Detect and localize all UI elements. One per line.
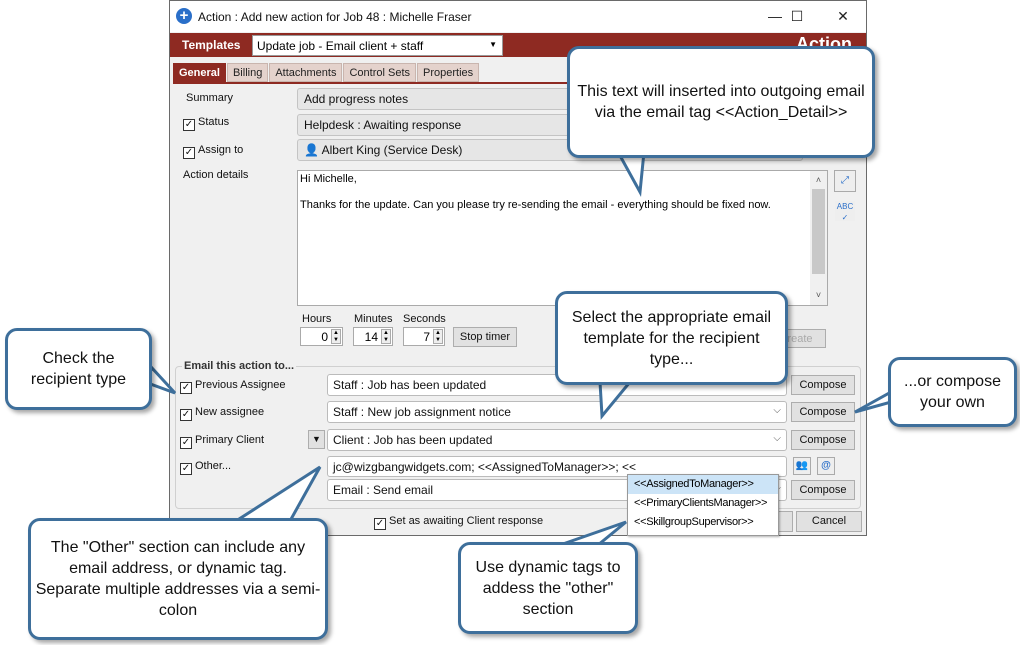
primary-client-label: Primary Client bbox=[195, 434, 265, 446]
awaiting-response-row[interactable]: ✓ Set as awaiting Client response bbox=[374, 515, 543, 530]
scroll-thumb[interactable] bbox=[812, 189, 825, 274]
cancel-button[interactable]: Cancel bbox=[796, 511, 862, 532]
awaiting-response-label: Set as awaiting Client response bbox=[389, 515, 544, 527]
tab-attachments[interactable]: Attachments bbox=[269, 63, 343, 82]
callout-dynamic-tags: Use dynamic tags to addess the "other" s… bbox=[458, 542, 638, 634]
spellcheck-icon[interactable]: ABC ✓ bbox=[834, 200, 856, 222]
summary-label: Summary bbox=[186, 92, 234, 104]
chevron-down-icon: ⌵ bbox=[773, 433, 781, 444]
address-book-icon[interactable]: 👥 bbox=[793, 457, 811, 475]
previous-assignee-row[interactable]: ✓ Previous Assignee bbox=[180, 379, 286, 394]
summary-value: Add progress notes bbox=[304, 92, 409, 106]
previous-assignee-checkbox[interactable]: ✓ bbox=[180, 382, 192, 394]
spin-arrows-icon[interactable]: ▲ ▼ bbox=[433, 329, 443, 344]
assign-checkbox[interactable]: ✓ bbox=[183, 147, 195, 159]
callout-select-template: Select the appropriate email template fo… bbox=[555, 291, 788, 385]
minutes-stepper[interactable]: 14 ▲ ▼ bbox=[353, 327, 393, 346]
hours-value: 0 bbox=[321, 330, 328, 344]
new-assignee-checkbox[interactable]: ✓ bbox=[180, 409, 192, 421]
spin-arrows-icon[interactable]: ▲ ▼ bbox=[331, 329, 341, 344]
tag-option[interactable]: <<PrimaryClientsManager>> bbox=[628, 494, 778, 513]
callout-detail-tag: This text will inserted into outgoing em… bbox=[567, 46, 875, 158]
callout-check-recipient: Check the recipient type bbox=[5, 328, 152, 410]
maximize-button[interactable]: ☐ bbox=[782, 5, 812, 27]
template-select[interactable]: Update job - Email client + staff ▼ bbox=[252, 35, 503, 56]
client-contact-dropdown[interactable]: ▼ bbox=[308, 430, 325, 449]
template-value: Staff : New job assignment notice bbox=[333, 405, 511, 419]
tab-general[interactable]: General bbox=[173, 63, 226, 82]
scroll-down-icon[interactable]: ˅ bbox=[810, 289, 827, 302]
compose-button[interactable]: Compose bbox=[791, 430, 855, 450]
template-value: Email : Send email bbox=[333, 483, 434, 497]
status-checkbox-row[interactable]: ✓ Status bbox=[183, 116, 229, 131]
tag-option[interactable]: <<SkillgroupSupervisor>> bbox=[628, 513, 778, 532]
templates-label: Templates bbox=[182, 38, 241, 52]
close-button[interactable]: ✕ bbox=[828, 5, 858, 27]
compose-button[interactable]: Compose bbox=[791, 375, 855, 395]
primary-client-checkbox[interactable]: ✓ bbox=[180, 437, 192, 449]
expand-icon[interactable]: ⤢ bbox=[834, 170, 856, 192]
status-checkbox[interactable]: ✓ bbox=[183, 119, 195, 131]
title-bar: + Action : Add new action for Job 48 : M… bbox=[170, 1, 866, 32]
compose-button[interactable]: Compose bbox=[791, 402, 855, 422]
other-address-value: jc@wizgbangwidgets.com; <<AssignedToMana… bbox=[333, 460, 637, 474]
stop-timer-button[interactable]: Stop timer bbox=[453, 327, 517, 347]
status-value: Helpdesk : Awaiting response bbox=[304, 118, 462, 132]
tab-control-sets[interactable]: Control Sets bbox=[343, 63, 416, 82]
email-group-label: Email this action to... bbox=[182, 360, 297, 372]
seconds-label: Seconds bbox=[403, 313, 446, 325]
status-label: Status bbox=[198, 116, 230, 128]
spin-arrows-icon[interactable]: ▲ ▼ bbox=[381, 329, 391, 344]
assign-label: Assign to bbox=[198, 144, 244, 156]
seconds-stepper[interactable]: 7 ▲ ▼ bbox=[403, 327, 445, 346]
add-action-icon: + bbox=[176, 8, 192, 24]
new-assignee-row[interactable]: ✓ New assignee bbox=[180, 406, 264, 421]
tab-billing[interactable]: Billing bbox=[226, 63, 269, 82]
scroll-up-icon[interactable]: ˄ bbox=[810, 174, 827, 187]
dynamic-tag-list[interactable]: <<AssignedToManager>> <<PrimaryClientsMa… bbox=[627, 474, 779, 536]
template-value: Staff : Job has been updated bbox=[333, 378, 487, 392]
template-value: Client : Job has been updated bbox=[333, 433, 493, 447]
other-row[interactable]: ✓ Other... bbox=[180, 460, 231, 475]
primary-client-template[interactable]: Client : Job has been updated ⌵ bbox=[327, 429, 787, 451]
tag-option[interactable]: <<AssignedToManager>> bbox=[628, 475, 778, 494]
email-tag-icon[interactable]: @ bbox=[817, 457, 835, 475]
minutes-label: Minutes bbox=[354, 313, 393, 325]
other-checkbox[interactable]: ✓ bbox=[180, 463, 192, 475]
previous-assignee-label: Previous Assignee bbox=[195, 379, 286, 391]
assign-value: Albert King (Service Desk) bbox=[321, 143, 463, 157]
callout-compose-own: ...or compose your own bbox=[888, 357, 1017, 427]
details-scrollbar[interactable]: ˄ ˅ bbox=[810, 171, 827, 305]
new-assignee-template[interactable]: Staff : New job assignment notice ⌵ bbox=[327, 401, 787, 423]
dropdown-arrow-icon: ▼ bbox=[489, 40, 497, 49]
template-value: Update job - Email client + staff bbox=[257, 39, 424, 53]
details-line: Thanks for the update. Can you please tr… bbox=[300, 199, 771, 211]
tab-strip: General Billing Attachments Control Sets… bbox=[173, 63, 480, 82]
tab-properties[interactable]: Properties bbox=[417, 63, 480, 82]
compose-button[interactable]: Compose bbox=[791, 480, 855, 500]
minutes-value: 14 bbox=[364, 330, 378, 344]
user-icon: 👤 bbox=[304, 143, 319, 157]
details-line bbox=[300, 186, 825, 199]
hours-stepper[interactable]: 0 ▲ ▼ bbox=[300, 327, 343, 346]
other-label: Other... bbox=[195, 460, 232, 472]
details-label: Action details bbox=[183, 169, 249, 181]
new-assignee-label: New assignee bbox=[195, 406, 265, 418]
chevron-down-icon: ⌵ bbox=[773, 405, 781, 416]
hours-label: Hours bbox=[302, 313, 332, 325]
callout-other-section: The "Other" section can include any emai… bbox=[28, 518, 328, 640]
assign-checkbox-row[interactable]: ✓ Assign to bbox=[183, 144, 243, 159]
action-details-textarea[interactable]: Hi Michelle, Thanks for the update. Can … bbox=[297, 170, 828, 306]
primary-client-row[interactable]: ✓ Primary Client bbox=[180, 434, 264, 449]
seconds-value: 7 bbox=[423, 330, 430, 344]
details-line: Hi Michelle, bbox=[300, 173, 357, 185]
window-title: Action : Add new action for Job 48 : Mic… bbox=[198, 10, 472, 24]
awaiting-response-checkbox[interactable]: ✓ bbox=[374, 518, 386, 530]
